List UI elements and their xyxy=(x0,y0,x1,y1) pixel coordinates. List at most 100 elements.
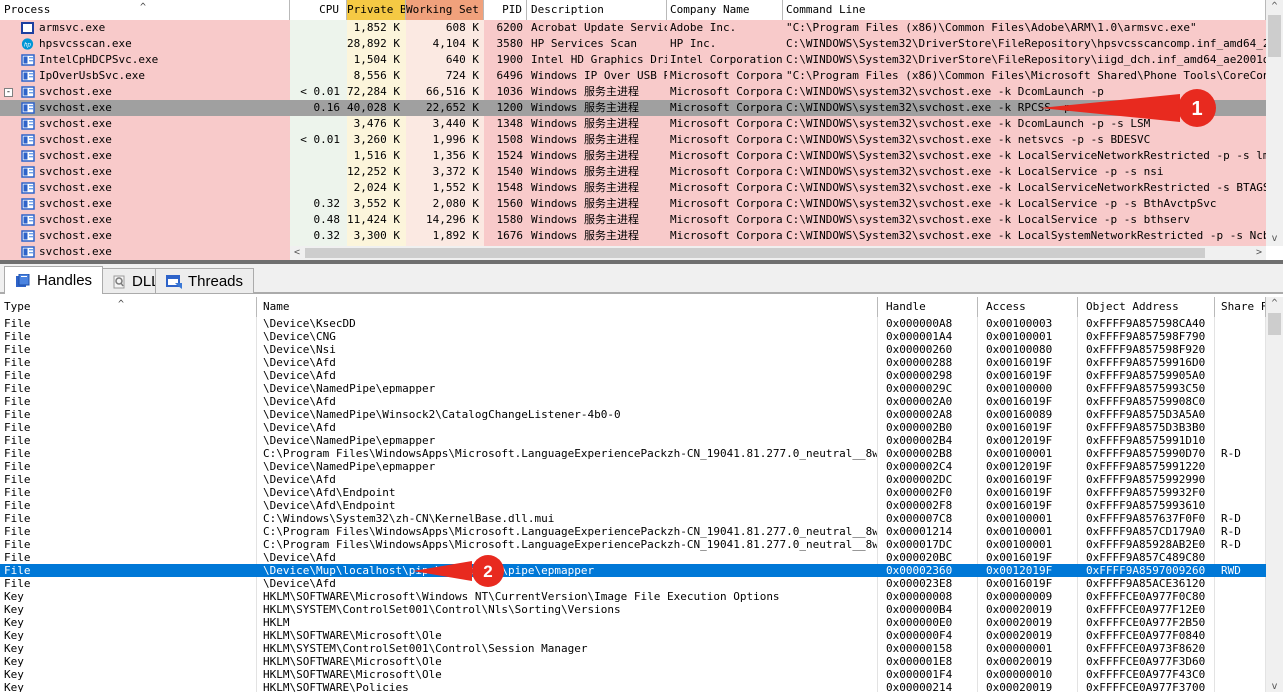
handle-row-0x000002DC[interactable]: File\Device\Afd0x000002DC0x0016019F0xFFF… xyxy=(0,473,1266,486)
handles-vertical-scrollbar[interactable]: ^ v xyxy=(1266,297,1283,692)
handle-row-0x00000214[interactable]: KeyHKLM\SOFTWARE\Policies0x000002140x000… xyxy=(0,681,1266,692)
cell-object_address: 0xFFFFCE0A973F8620 xyxy=(1078,642,1215,655)
handle-row-0x00001214[interactable]: FileC:\Program Files\WindowsApps\Microso… xyxy=(0,525,1266,538)
process-row-1560[interactable]: svchost.exe0.323,552 K2,080 K1560Windows… xyxy=(0,196,1266,212)
cell-company: Microsoft Corporation xyxy=(667,228,783,244)
tab-label: Handles xyxy=(37,269,92,293)
cell-company: Microsoft Corporation xyxy=(667,180,783,196)
process-row-1200[interactable]: svchost.exe0.1640,028 K22,652 K1200Windo… xyxy=(0,100,1266,116)
process-row-6200[interactable]: armsvc.exe1,852 K608 K6200Acrobat Update… xyxy=(0,20,1266,36)
column-header-command_line[interactable]: Command Line xyxy=(783,0,1266,20)
process-row-6496[interactable]: IpOverUsbSvc.exe8,556 K724 K6496Windows … xyxy=(0,68,1266,84)
process-row-1900[interactable]: IntelCpHDCPSvc.exe1,504 K640 K1900Intel … xyxy=(0,52,1266,68)
handle-row-0x000002B0[interactable]: File\Device\Afd0x000002B00x0016019F0xFFF… xyxy=(0,421,1266,434)
column-header-type[interactable]: Type^ xyxy=(0,297,257,317)
cell-name: \Device\Afd xyxy=(257,395,878,408)
handle-row-0x00002360[interactable]: File\Device\Mup\localhost\pipe\GodPotato… xyxy=(0,564,1266,577)
handle-row-0x000023E8[interactable]: File\Device\Afd0x000023E80x0016019F0xFFF… xyxy=(0,577,1266,590)
process-row-1548[interactable]: svchost.exe2,024 K1,552 K1548Windows 服务主… xyxy=(0,180,1266,196)
column-header-object_address[interactable]: Object Address xyxy=(1078,297,1215,317)
column-header-pid[interactable]: PID xyxy=(484,0,527,20)
handle-row-0x00000158[interactable]: KeyHKLM\SYSTEM\ControlSet001\Control\Ses… xyxy=(0,642,1266,655)
scroll-right-icon[interactable]: > xyxy=(1252,246,1266,260)
column-header-access[interactable]: Access xyxy=(978,297,1078,317)
handle-row-0x000001A4[interactable]: File\Device\CNG0x000001A40x001000010xFFF… xyxy=(0,330,1266,343)
process-row-1508[interactable]: svchost.exe< 0.013,260 K1,996 K1508Windo… xyxy=(0,132,1266,148)
process-row-1580[interactable]: svchost.exe0.4811,424 K14,296 K1580Windo… xyxy=(0,212,1266,228)
column-header-process[interactable]: Process^ xyxy=(0,0,290,20)
cell-pid: 1580 xyxy=(484,212,527,228)
scrollbar-thumb[interactable] xyxy=(1268,313,1281,335)
process-row-1540[interactable]: svchost.exe12,252 K3,372 K1540Windows 服务… xyxy=(0,164,1266,180)
scroll-down-icon[interactable]: v xyxy=(1266,232,1283,246)
app-window-icon xyxy=(21,198,35,210)
column-header-name[interactable]: Name xyxy=(257,297,878,317)
cell-access: 0x00100001 xyxy=(978,512,1078,525)
cell-name: \Device\Afd xyxy=(257,369,878,382)
process-row-3580[interactable]: hphpsvcsscan.exe28,892 K4,104 K3580HP Se… xyxy=(0,36,1266,52)
cell-type: Key xyxy=(0,681,257,692)
handle-row-0x000000F4[interactable]: KeyHKLM\SOFTWARE\Microsoft\Ole0x000000F4… xyxy=(0,629,1266,642)
process-row-1036[interactable]: -svchost.exe< 0.0172,284 K66,516 K1036Wi… xyxy=(0,84,1266,100)
column-header-private_bytes[interactable]: Private B... xyxy=(347,0,406,20)
handle-row-0x000017DC[interactable]: FileC:\Program Files\WindowsApps\Microso… xyxy=(0,538,1266,551)
handle-row-0x00000260[interactable]: File\Device\Nsi0x000002600x001000800xFFF… xyxy=(0,343,1266,356)
process-row-1524[interactable]: svchost.exe1,516 K1,356 K1524Windows 服务主… xyxy=(0,148,1266,164)
handle-row-0x000002F0[interactable]: File\Device\Afd\Endpoint0x000002F00x0016… xyxy=(0,486,1266,499)
column-header-share_flags[interactable]: Share F xyxy=(1215,297,1266,317)
tab-handles[interactable]: Handles xyxy=(4,266,103,294)
column-header-working_set[interactable]: Working Set xyxy=(406,0,484,20)
process-row-1348[interactable]: svchost.exe3,476 K3,440 K1348Windows 服务主… xyxy=(0,116,1266,132)
handle-row-0x0000029C[interactable]: File\Device\NamedPipe\epmapper0x0000029C… xyxy=(0,382,1266,395)
column-header-cpu[interactable]: CPU xyxy=(290,0,347,20)
cell-pid: 1508 xyxy=(484,132,527,148)
column-header-handle[interactable]: Handle xyxy=(878,297,978,317)
handle-row-0x000000E0[interactable]: KeyHKLM0x000000E00x000200190xFFFFCE0A977… xyxy=(0,616,1266,629)
cell-object_address: 0xFFFFCE0A977F3700 xyxy=(1078,681,1215,692)
process-horizontal-scrollbar[interactable]: < > xyxy=(290,246,1266,260)
handle-row-0x000000A8[interactable]: File\Device\KsecDD0x000000A80x001000030x… xyxy=(0,317,1266,330)
cell-share_flags: R-D xyxy=(1215,525,1266,538)
cell-process: svchost.exe xyxy=(0,100,290,116)
cell-object_address: 0xFFFF9A857598F790 xyxy=(1078,330,1215,343)
cell-share_flags xyxy=(1215,603,1266,616)
handle-row-0x000020BC[interactable]: File\Device\Afd0x000020BC0x0016019F0xFFF… xyxy=(0,551,1266,564)
scrollbar-thumb[interactable] xyxy=(1268,15,1281,57)
cell-access: 0x0012019F xyxy=(978,564,1078,577)
column-header-description[interactable]: Description xyxy=(527,0,667,20)
cell-name: \Device\Afd\Endpoint xyxy=(257,486,878,499)
sort-ascending-icon: ^ xyxy=(118,297,124,314)
cell-working_set: 1,996 K xyxy=(406,132,484,148)
handle-row-0x000002A0[interactable]: File\Device\Afd0x000002A00x0016019F0xFFF… xyxy=(0,395,1266,408)
process-vertical-scrollbar[interactable]: ^ v xyxy=(1266,0,1283,246)
scroll-left-icon[interactable]: < xyxy=(290,246,304,260)
cell-process: svchost.exe xyxy=(0,148,290,164)
handle-row-0x000002B8[interactable]: FileC:\Program Files\WindowsApps\Microso… xyxy=(0,447,1266,460)
handle-row-0x00000298[interactable]: File\Device\Afd0x000002980x0016019F0xFFF… xyxy=(0,369,1266,382)
cell-company: Microsoft Corporation xyxy=(667,132,783,148)
handle-row-0x000000B4[interactable]: KeyHKLM\SYSTEM\ControlSet001\Control\Nls… xyxy=(0,603,1266,616)
tab-threads[interactable]: Threads xyxy=(155,268,254,294)
scroll-up-icon[interactable]: ^ xyxy=(1266,0,1283,14)
handle-row-0x00000008[interactable]: KeyHKLM\SOFTWARE\Microsoft\Windows NT\Cu… xyxy=(0,590,1266,603)
process-row-1676[interactable]: svchost.exe0.323,300 K1,892 K1676Windows… xyxy=(0,228,1266,244)
cell-company: HP Inc. xyxy=(667,36,783,52)
handle-row-0x000001E8[interactable]: KeyHKLM\SOFTWARE\Microsoft\Ole0x000001E8… xyxy=(0,655,1266,668)
process-name: svchost.exe xyxy=(39,165,112,178)
handle-row-0x000007C8[interactable]: FileC:\Windows\System32\zh-CN\KernelBase… xyxy=(0,512,1266,525)
cell-private_bytes: 3,552 K xyxy=(347,196,406,212)
handle-row-0x000001F4[interactable]: KeyHKLM\SOFTWARE\Microsoft\Ole0x000001F4… xyxy=(0,668,1266,681)
cell-object_address: 0xFFFF9A85759905A0 xyxy=(1078,369,1215,382)
cell-cpu xyxy=(290,180,347,196)
scroll-down-icon[interactable]: v xyxy=(1266,681,1283,692)
handle-row-0x000002C4[interactable]: File\Device\NamedPipe\epmapper0x000002C4… xyxy=(0,460,1266,473)
handle-row-0x000002F8[interactable]: File\Device\Afd\Endpoint0x000002F80x0016… xyxy=(0,499,1266,512)
cell-handle: 0x000002A0 xyxy=(878,395,978,408)
handle-row-0x000002A8[interactable]: File\Device\NamedPipe\Winsock2\CatalogCh… xyxy=(0,408,1266,421)
handle-row-0x000002B4[interactable]: File\Device\NamedPipe\epmapper0x000002B4… xyxy=(0,434,1266,447)
collapse-tree-icon[interactable]: - xyxy=(4,88,13,97)
scrollbar-thumb[interactable] xyxy=(305,248,1205,258)
handle-row-0x00000288[interactable]: File\Device\Afd0x000002880x0016019F0xFFF… xyxy=(0,356,1266,369)
scroll-up-icon[interactable]: ^ xyxy=(1266,297,1283,311)
column-header-company[interactable]: Company Name xyxy=(667,0,783,20)
